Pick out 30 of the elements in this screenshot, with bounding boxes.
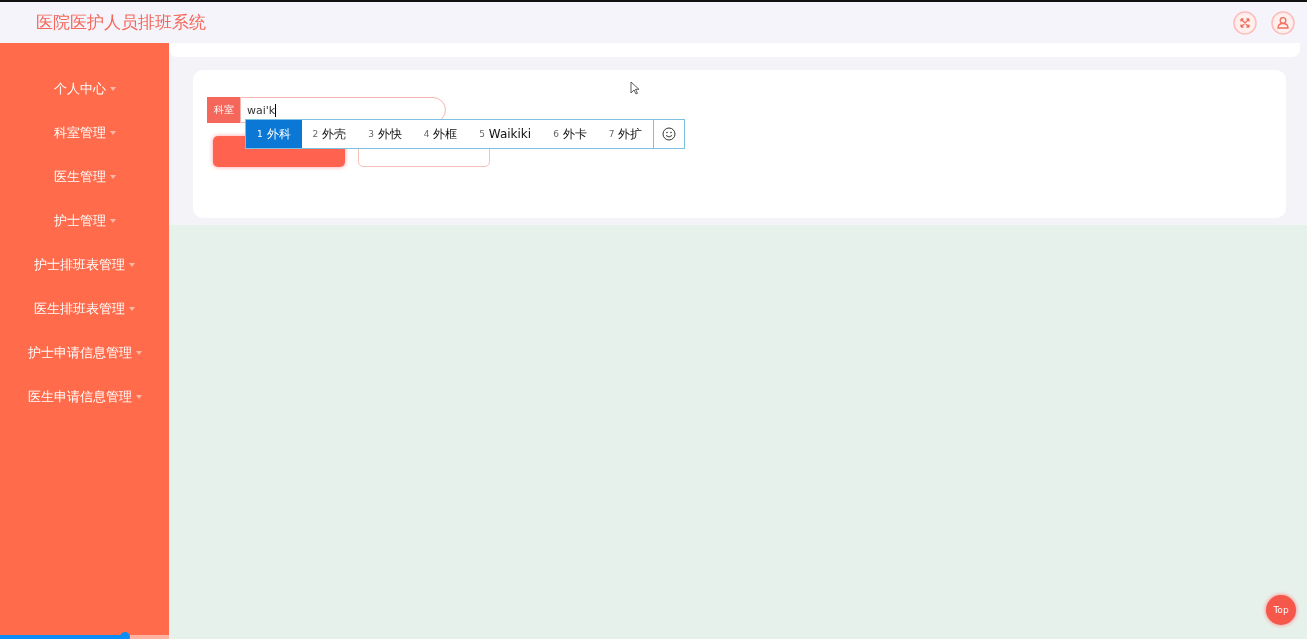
sidebar-item[interactable]: 医生申请信息管理 — [0, 375, 169, 419]
caret-icon — [109, 131, 116, 135]
caret-icon — [109, 175, 116, 179]
caret-icon — [129, 263, 135, 267]
app-title: 医院医护人员排班系统 — [36, 11, 206, 34]
caret-icon — [109, 87, 116, 91]
scrollbar[interactable] — [0, 635, 169, 639]
field-label: 科室 — [207, 97, 240, 123]
sidebar-item[interactable]: 医生管理 — [0, 155, 169, 199]
sidebar-item[interactable]: 科室管理 — [0, 111, 169, 155]
user-icon[interactable] — [1271, 10, 1295, 35]
sidebar-item[interactable]: 护士排班表管理 — [0, 243, 169, 287]
sidebar-item[interactable]: 个人中心 — [0, 67, 169, 111]
mouse-pointer-icon — [630, 81, 640, 95]
caret-icon — [129, 307, 135, 311]
ime-candidate[interactable]: 1 外科 — [246, 120, 302, 148]
ime-candidate[interactable]: 5 Waikiki — [468, 120, 543, 148]
sidebar-item[interactable]: 护士管理 — [0, 199, 169, 243]
caret-icon — [135, 351, 142, 355]
ime-candidate[interactable]: 7 外扩 — [597, 120, 654, 148]
ime-candidate[interactable]: 4 外框 — [412, 120, 469, 148]
fullscreen-icon[interactable] — [1233, 10, 1257, 35]
caret-icon — [135, 395, 142, 399]
ime-candidate[interactable]: 2 外壳 — [301, 120, 358, 148]
ime-candidate[interactable]: 3 外快 — [357, 120, 413, 148]
sidebar-item[interactable]: 医生排班表管理 — [0, 287, 169, 331]
caret-icon — [109, 219, 116, 223]
ime-candidate[interactable]: 6 外卡 — [542, 120, 598, 148]
back-to-top-button[interactable]: Top — [1266, 595, 1296, 625]
sidebar-item[interactable]: 护士申请信息管理 — [0, 331, 169, 375]
